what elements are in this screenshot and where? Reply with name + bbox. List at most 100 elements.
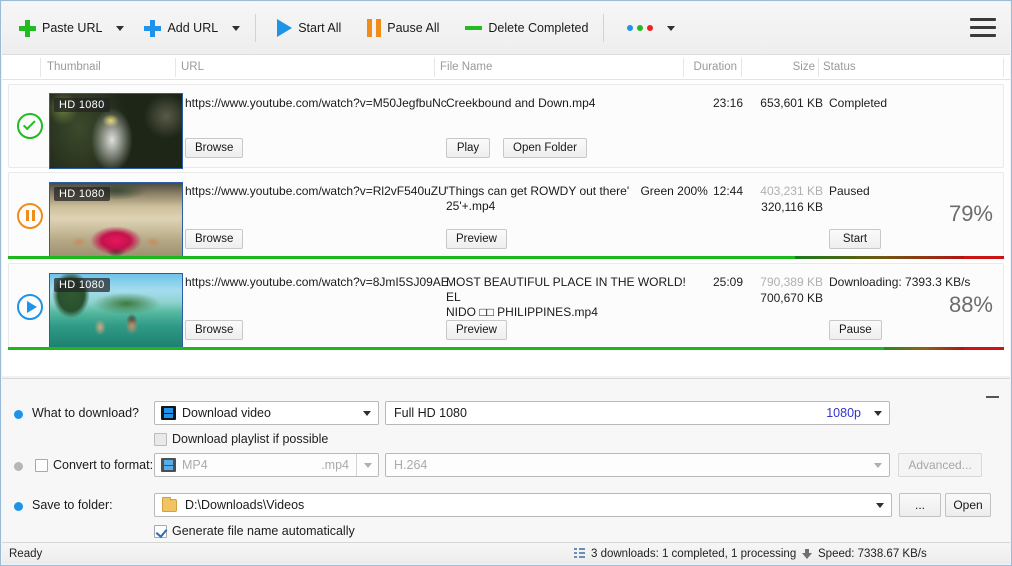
quality-badge: HD 1080 — [54, 278, 110, 292]
pause-icon — [367, 19, 381, 37]
pause-all-label: Pause All — [387, 21, 439, 35]
folder-path-select[interactable]: D:\Downloads\Videos — [154, 493, 892, 517]
browse-button[interactable]: Browse — [185, 320, 243, 340]
collapse-panel-button[interactable] — [986, 389, 1002, 401]
status-bar: Ready 3 downloads: 1 completed, 1 proces… — [2, 542, 1010, 564]
column-url[interactable]: URL — [181, 61, 204, 73]
radio-convert-format[interactable] — [14, 462, 23, 471]
minus-icon — [465, 26, 482, 30]
download-url[interactable]: https://www.youtube.com/watch?v=Rl2vF540… — [185, 184, 447, 198]
dropdown-arrow-button[interactable] — [867, 402, 889, 424]
column-filename[interactable]: File Name — [440, 61, 492, 73]
play-button[interactable]: Play — [446, 138, 490, 158]
generate-name-checkbox[interactable] — [154, 525, 167, 538]
convert-checkbox[interactable] — [35, 459, 48, 472]
format-value: MP4 — [178, 458, 208, 472]
browse-button[interactable]: Browse — [185, 229, 243, 249]
playlist-checkbox[interactable] — [154, 433, 167, 446]
filename-line-2: 25'+.mp4 — [446, 199, 786, 214]
chevron-down-icon — [667, 26, 675, 31]
quality-badge: HD 1080 — [54, 98, 110, 112]
download-percent: 79% — [949, 201, 993, 227]
dropdown-arrow-button[interactable] — [356, 454, 378, 476]
dropdown-arrow-button[interactable] — [867, 454, 889, 476]
add-url-dropdown[interactable] — [225, 9, 247, 47]
chevron-down-icon — [232, 26, 240, 31]
folder-path-value: D:\Downloads\Videos — [180, 498, 304, 512]
table-row[interactable]: HD 1080 https://www.youtube.com/watch?v=… — [8, 263, 1004, 350]
status-speed: Speed: 7338.67 KB/s — [802, 548, 927, 560]
column-status[interactable]: Status — [823, 61, 856, 73]
check-circle-icon — [17, 113, 43, 139]
dropdown-arrow-button[interactable] — [869, 494, 891, 516]
pause-all-button[interactable]: Pause All — [360, 9, 446, 47]
download-filename: MOST BEAUTIFUL PLACE IN THE WORLD! EL NI… — [446, 275, 691, 320]
open-folder-button[interactable]: Open — [945, 493, 991, 517]
add-url-button[interactable]: Add URL — [137, 9, 225, 47]
playlist-checkbox-label: Download playlist if possible — [172, 432, 328, 446]
more-options-button[interactable] — [620, 9, 660, 47]
add-url-label: Add URL — [167, 21, 218, 35]
browse-button[interactable]: Browse — [185, 138, 243, 158]
download-mode-select[interactable]: Download video — [154, 401, 379, 425]
download-mode-value: Download video — [178, 406, 271, 420]
paste-url-dropdown[interactable] — [109, 9, 131, 47]
column-duration[interactable]: Duration — [662, 61, 737, 73]
download-size-done: 700,670 KB — [749, 291, 823, 305]
more-options-dropdown[interactable] — [660, 9, 682, 47]
video-thumbnail[interactable]: HD 1080 — [49, 273, 183, 349]
preview-button[interactable]: Preview — [446, 320, 507, 340]
start-button[interactable]: Start — [829, 229, 881, 249]
status-icon-wrap — [17, 203, 43, 229]
codec-value: H.264 — [386, 458, 427, 472]
download-status: Completed — [829, 96, 887, 110]
film-icon — [161, 458, 176, 472]
preview-button[interactable]: Preview — [446, 229, 507, 249]
column-thumbnail[interactable]: Thumbnail — [47, 61, 101, 73]
hamburger-menu-button[interactable] — [970, 15, 996, 39]
quality-value: Full HD 1080 — [386, 406, 467, 420]
filename-line-2: NIDO □□ PHILIPPINES.mp4 — [446, 305, 691, 320]
format-select[interactable]: MP4 .mp4 — [154, 453, 379, 477]
download-duration: 25:09 — [697, 275, 743, 289]
delete-completed-button[interactable]: Delete Completed — [458, 9, 595, 47]
start-all-button[interactable]: Start All — [270, 9, 348, 47]
radio-what-to-download[interactable] — [14, 410, 23, 419]
download-filename: Creekbound and Down.mp4 — [446, 96, 696, 111]
downloads-list[interactable]: HD 1080 https://www.youtube.com/watch?v=… — [2, 80, 1010, 376]
status-downloads-summary: 3 downloads: 1 completed, 1 processing — [574, 548, 796, 560]
advanced-button[interactable]: Advanced... — [898, 453, 982, 477]
paste-url-label: Paste URL — [42, 21, 102, 35]
radio-save-folder[interactable] — [14, 502, 23, 511]
column-size[interactable]: Size — [742, 61, 815, 73]
status-icon-wrap — [17, 113, 43, 139]
video-thumbnail[interactable]: HD 1080 — [49, 93, 183, 169]
browse-folder-button[interactable]: ... — [899, 493, 941, 517]
list-icon — [574, 548, 585, 559]
download-url[interactable]: https://www.youtube.com/watch?v=M50Jegfb… — [185, 96, 447, 110]
filename-line-1: 'Things can get ROWDY out there' — [446, 184, 629, 198]
pause-circle-icon — [17, 203, 43, 229]
paste-url-button[interactable]: Paste URL — [12, 9, 109, 47]
download-url[interactable]: https://www.youtube.com/watch?v=8JmI5SJ0… — [185, 275, 449, 289]
open-folder-button[interactable]: Open Folder — [503, 138, 587, 158]
download-size-total: 790,389 KB — [749, 275, 823, 289]
play-circle-icon — [17, 294, 43, 320]
quality-select[interactable]: Full HD 1080 1080p — [385, 401, 890, 425]
download-arrow-icon — [802, 553, 812, 559]
what-to-download-label: What to download? — [32, 406, 139, 420]
convert-format-label: Convert to format: — [53, 458, 153, 472]
codec-select[interactable]: H.264 — [385, 453, 890, 477]
video-thumbnail[interactable]: HD 1080 — [49, 182, 183, 258]
download-duration: 23:16 — [697, 96, 743, 110]
table-row[interactable]: HD 1080 https://www.youtube.com/watch?v=… — [8, 172, 1004, 259]
delete-completed-label: Delete Completed — [488, 21, 588, 35]
speed-text: Speed: 7338.67 KB/s — [818, 548, 927, 560]
table-row[interactable]: HD 1080 https://www.youtube.com/watch?v=… — [8, 84, 1004, 168]
pause-button[interactable]: Pause — [829, 320, 882, 340]
app-window: Paste URL Add URL Start All Pause All De… — [0, 0, 1012, 566]
toolbar-separator — [255, 14, 256, 42]
dropdown-arrow-button[interactable] — [356, 402, 378, 424]
download-size-total: 403,231 KB — [749, 184, 823, 198]
three-dots-icon — [627, 25, 653, 31]
